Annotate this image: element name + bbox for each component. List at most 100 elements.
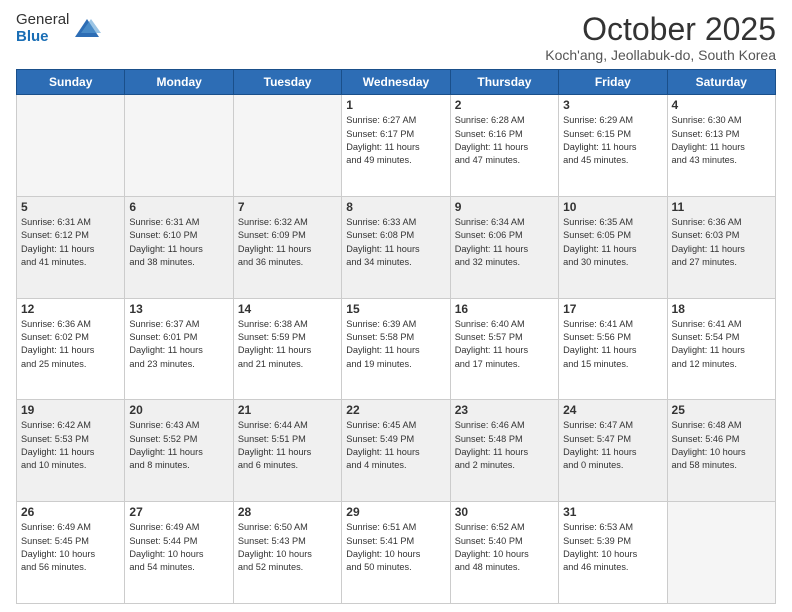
day-number: 22	[346, 403, 445, 417]
table-row: 22Sunrise: 6:45 AM Sunset: 5:49 PM Dayli…	[342, 400, 450, 502]
calendar-header-row: Sunday Monday Tuesday Wednesday Thursday…	[17, 70, 776, 95]
day-number: 6	[129, 200, 228, 214]
day-number: 11	[672, 200, 771, 214]
table-row: 24 Sunrise: 6:47 AM Sunset: 5:47 PM Dayli…	[559, 400, 667, 502]
table-row: 23Sunrise: 6:46 AM Sunset: 5:48 PM Dayli…	[450, 400, 558, 502]
table-row: 8 Sunrise: 6:33 AM Sunset: 6:08 PM Daylig…	[342, 196, 450, 298]
day-number: 25	[672, 403, 771, 417]
day-info: Sunrise: 6:41 AM Sunset: 5:54 PM Dayligh…	[672, 318, 771, 371]
calendar-week-row: 1Sunrise: 6:27 AM Sunset: 6:17 PM Daylig…	[17, 95, 776, 197]
table-row: 16 Sunrise: 6:40 AM Sunset: 5:57 PM Dayli…	[450, 298, 558, 400]
location: Koch'ang, Jeollabuk-do, South Korea	[545, 47, 776, 63]
day-number: 17	[563, 302, 662, 316]
day-number: 15	[346, 302, 445, 316]
table-row: 20Sunrise: 6:43 AM Sunset: 5:52 PM Dayli…	[125, 400, 233, 502]
day-number: 23	[455, 403, 554, 417]
day-number: 12	[21, 302, 120, 316]
table-row	[233, 95, 341, 197]
table-row	[667, 502, 775, 604]
day-info: Sunrise: 6:32 AM Sunset: 6:09 PM Dayligh…	[238, 216, 337, 269]
day-number: 31	[563, 505, 662, 519]
day-info: Sunrise: 6:29 AM Sunset: 6:15 PM Dayligh…	[563, 114, 662, 167]
calendar-week-row: 19 Sunrise: 6:42 AM Sunset: 5:53 PM Dayli…	[17, 400, 776, 502]
day-info: Sunrise: 6:52 AM Sunset: 5:40 PM Dayligh…	[455, 521, 554, 574]
day-number: 13	[129, 302, 228, 316]
table-row: 25 Sunrise: 6:48 AM Sunset: 5:46 PM Dayli…	[667, 400, 775, 502]
table-row: 19 Sunrise: 6:42 AM Sunset: 5:53 PM Dayli…	[17, 400, 125, 502]
page: General Blue October 2025 Koch'ang, Jeol…	[0, 0, 792, 612]
day-number: 26	[21, 505, 120, 519]
col-tuesday: Tuesday	[233, 70, 341, 95]
day-info: Sunrise: 6:35 AM Sunset: 6:05 PM Dayligh…	[563, 216, 662, 269]
logo-text: General Blue	[16, 12, 69, 45]
table-row: 5 Sunrise: 6:31 AM Sunset: 6:12 PM Daylig…	[17, 196, 125, 298]
day-info: Sunrise: 6:51 AM Sunset: 5:41 PM Dayligh…	[346, 521, 445, 574]
day-info: Sunrise: 6:31 AM Sunset: 6:12 PM Dayligh…	[21, 216, 120, 269]
col-thursday: Thursday	[450, 70, 558, 95]
day-info: Sunrise: 6:44 AM Sunset: 5:51 PM Dayligh…	[238, 419, 337, 472]
day-number: 5	[21, 200, 120, 214]
table-row: 6 Sunrise: 6:31 AM Sunset: 6:10 PM Daylig…	[125, 196, 233, 298]
day-number: 19	[21, 403, 120, 417]
table-row: 3 Sunrise: 6:29 AM Sunset: 6:15 PM Daylig…	[559, 95, 667, 197]
table-row: 7 Sunrise: 6:32 AM Sunset: 6:09 PM Daylig…	[233, 196, 341, 298]
day-info: Sunrise: 6:49 AM Sunset: 5:45 PM Dayligh…	[21, 521, 120, 574]
table-row: 2 Sunrise: 6:28 AM Sunset: 6:16 PM Daylig…	[450, 95, 558, 197]
table-row: 4 Sunrise: 6:30 AM Sunset: 6:13 PM Daylig…	[667, 95, 775, 197]
table-row: 13 Sunrise: 6:37 AM Sunset: 6:01 PM Dayli…	[125, 298, 233, 400]
day-number: 27	[129, 505, 228, 519]
day-number: 7	[238, 200, 337, 214]
logo: General Blue	[16, 12, 101, 45]
day-info: Sunrise: 6:40 AM Sunset: 5:57 PM Dayligh…	[455, 318, 554, 371]
day-number: 28	[238, 505, 337, 519]
day-number: 4	[672, 98, 771, 112]
day-number: 24	[563, 403, 662, 417]
header: General Blue October 2025 Koch'ang, Jeol…	[16, 12, 776, 63]
day-number: 8	[346, 200, 445, 214]
day-number: 16	[455, 302, 554, 316]
table-row: 15 Sunrise: 6:39 AM Sunset: 5:58 PM Dayli…	[342, 298, 450, 400]
table-row: 14 Sunrise: 6:38 AM Sunset: 5:59 PM Dayli…	[233, 298, 341, 400]
col-saturday: Saturday	[667, 70, 775, 95]
table-row: 11Sunrise: 6:36 AM Sunset: 6:03 PM Dayli…	[667, 196, 775, 298]
calendar-week-row: 26 Sunrise: 6:49 AM Sunset: 5:45 PM Dayli…	[17, 502, 776, 604]
day-info: Sunrise: 6:30 AM Sunset: 6:13 PM Dayligh…	[672, 114, 771, 167]
day-info: Sunrise: 6:37 AM Sunset: 6:01 PM Dayligh…	[129, 318, 228, 371]
day-info: Sunrise: 6:41 AM Sunset: 5:56 PM Dayligh…	[563, 318, 662, 371]
col-sunday: Sunday	[17, 70, 125, 95]
day-info: Sunrise: 6:49 AM Sunset: 5:44 PM Dayligh…	[129, 521, 228, 574]
day-info: Sunrise: 6:50 AM Sunset: 5:43 PM Dayligh…	[238, 521, 337, 574]
day-info: Sunrise: 6:47 AM Sunset: 5:47 PM Dayligh…	[563, 419, 662, 472]
table-row: 21Sunrise: 6:44 AM Sunset: 5:51 PM Dayli…	[233, 400, 341, 502]
logo-general: General	[16, 12, 69, 29]
logo-blue: Blue	[16, 29, 69, 46]
table-row: 17 Sunrise: 6:41 AM Sunset: 5:56 PM Dayli…	[559, 298, 667, 400]
day-number: 9	[455, 200, 554, 214]
day-number: 14	[238, 302, 337, 316]
day-info: Sunrise: 6:53 AM Sunset: 5:39 PM Dayligh…	[563, 521, 662, 574]
title-block: October 2025 Koch'ang, Jeollabuk-do, Sou…	[545, 12, 776, 63]
day-number: 20	[129, 403, 228, 417]
table-row: 18 Sunrise: 6:41 AM Sunset: 5:54 PM Dayli…	[667, 298, 775, 400]
table-row: 10Sunrise: 6:35 AM Sunset: 6:05 PM Dayli…	[559, 196, 667, 298]
table-row	[17, 95, 125, 197]
day-number: 29	[346, 505, 445, 519]
calendar-table: Sunday Monday Tuesday Wednesday Thursday…	[16, 69, 776, 604]
table-row: 29 Sunrise: 6:51 AM Sunset: 5:41 PM Dayli…	[342, 502, 450, 604]
day-info: Sunrise: 6:42 AM Sunset: 5:53 PM Dayligh…	[21, 419, 120, 472]
day-info: Sunrise: 6:48 AM Sunset: 5:46 PM Dayligh…	[672, 419, 771, 472]
col-friday: Friday	[559, 70, 667, 95]
day-info: Sunrise: 6:38 AM Sunset: 5:59 PM Dayligh…	[238, 318, 337, 371]
day-number: 18	[672, 302, 771, 316]
calendar-week-row: 5 Sunrise: 6:31 AM Sunset: 6:12 PM Daylig…	[17, 196, 776, 298]
day-info: Sunrise: 6:39 AM Sunset: 5:58 PM Dayligh…	[346, 318, 445, 371]
day-info: Sunrise: 6:36 AM Sunset: 6:02 PM Dayligh…	[21, 318, 120, 371]
day-info: Sunrise: 6:28 AM Sunset: 6:16 PM Dayligh…	[455, 114, 554, 167]
day-info: Sunrise: 6:31 AM Sunset: 6:10 PM Dayligh…	[129, 216, 228, 269]
day-number: 3	[563, 98, 662, 112]
day-number: 2	[455, 98, 554, 112]
day-info: Sunrise: 6:33 AM Sunset: 6:08 PM Dayligh…	[346, 216, 445, 269]
col-wednesday: Wednesday	[342, 70, 450, 95]
table-row: 1Sunrise: 6:27 AM Sunset: 6:17 PM Daylig…	[342, 95, 450, 197]
month-title: October 2025	[545, 12, 776, 47]
